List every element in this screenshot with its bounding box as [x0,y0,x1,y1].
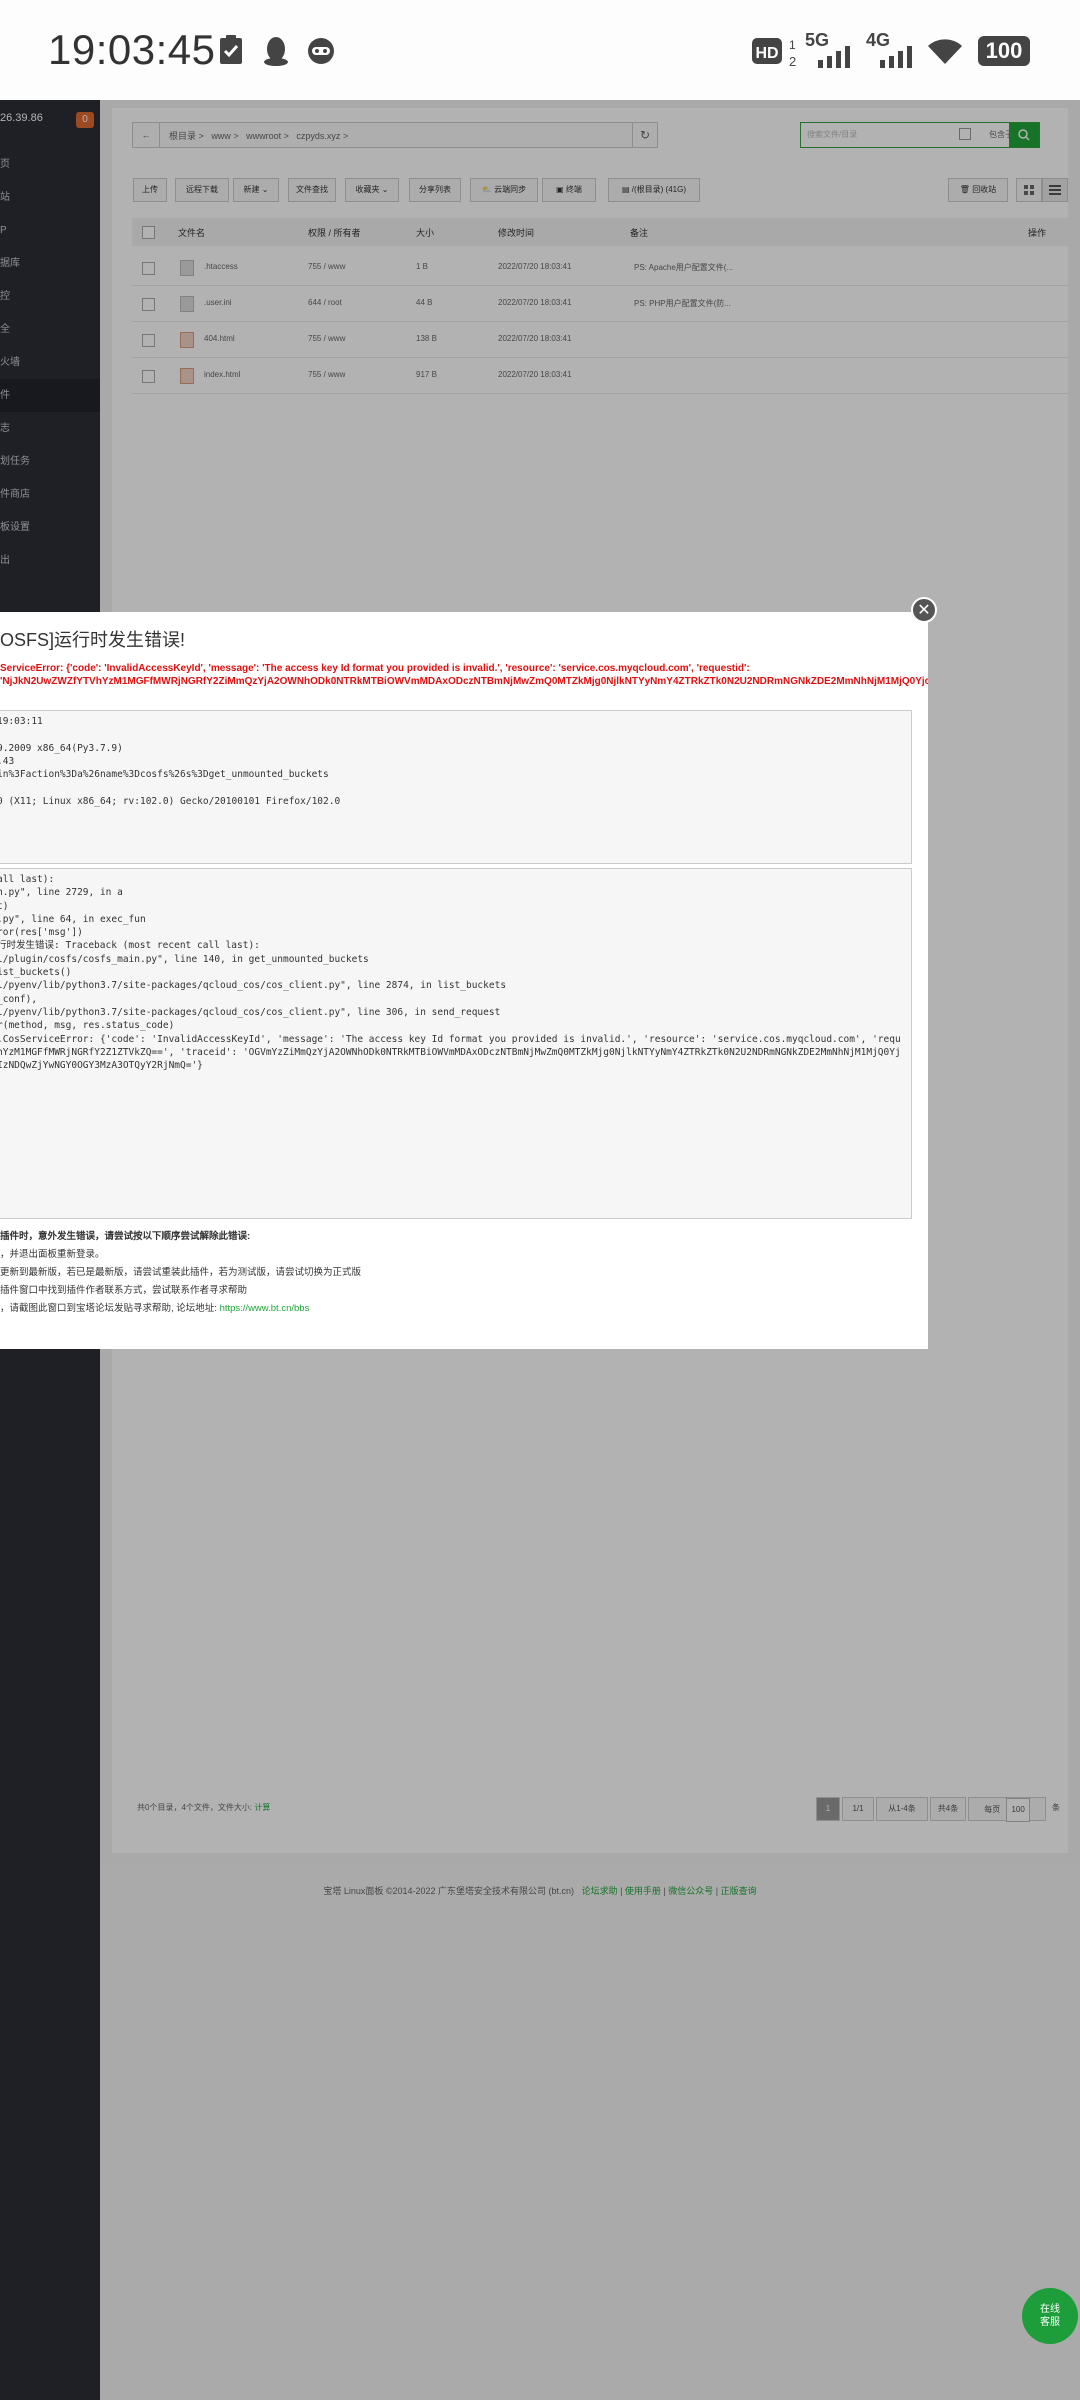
help-item: ，请截图此窗口到宝塔论坛发贴寻求帮助, 论坛地址: [0,1303,217,1314]
qq-penguin-icon [264,37,288,66]
trace-line: ror(res['msg']) [0,927,83,939]
help-item: 插件窗口中找到插件作者联系方式，尝试联系作者寻求帮助 [0,1285,248,1296]
trace-line: _conf), [0,993,38,1005]
trace-line: IzNDQwZjYwNGY0OGY3MzA3OTQyY2RjNmQ='} [0,1060,203,1072]
error-text: ServiceError: {'code': 'InvalidAccessKey… [0,663,928,687]
close-icon: ✕ [917,602,931,619]
env-line: in%3Faction%3Da%26name%3Dcosfs%26s%3Dget… [0,769,329,781]
hd-icon: HD 2 1 [752,38,796,68]
trace-line: l/pyenv/lib/python3.7/site-packages/qclo… [0,1006,501,1018]
env-line: 19:03:11 [0,716,43,727]
trace-line: hYzM1MGFfMWRjNGRfY2Z1ZTVkZQ==', 'traceid… [0,1046,901,1058]
service-label: 在线 客服 [1040,2304,1060,2328]
trace-line: t) [0,900,9,912]
svg-text:2: 2 [789,54,796,68]
trace-line: .py", line 64, in exec_fun [0,913,146,925]
signal-icon [818,46,850,68]
trace-line: l/plugin/cosfs/cosfs_main.py", line 140,… [0,953,369,965]
status-time: 19:03:45 [48,26,216,73]
error-message: ServiceError: {'code': 'InvalidAccessKey… [0,662,928,688]
battery-level: 100 [985,38,1023,63]
trace-line: r(method, msg, res.status_code) [0,1020,175,1032]
env-line [0,781,911,794]
close-dialog-button[interactable]: ✕ [911,597,937,623]
env-line: .43 [0,755,15,767]
online-service-button[interactable]: 在线 客服 [1022,2288,1078,2344]
trace-line: 行时发生错误: Traceback (most recent call last… [0,940,260,952]
help-item: ，并退出面板重新登录。 [0,1249,105,1260]
trace-line: l/pyenv/lib/python3.7/site-packages/qclo… [0,980,507,992]
env-line: 0 (X11; Linux x86_64; rv:102.0) Gecko/20… [0,795,341,807]
help-item-with-link: ，请截图此窗口到宝塔论坛发贴寻求帮助, 论坛地址: https://www.bt… [0,1300,361,1318]
trace-line: ist_buckets() [0,967,72,979]
env-line: 9.2009 x86_64(Py3.7.9) [0,742,123,754]
help-section: 插件时，意外发生错误，请尝试按以下顺序尝试解除此错误: ，并退出面板重新登录。 … [0,1228,361,1318]
env-info-panel: 19:03:11 9.2009 x86_64(Py3.7.9) .43 in%3… [0,710,912,864]
env-line [0,728,911,741]
status-bar: 19:03:45 HD 2 1 5G 4G 100 [0,0,1080,100]
traceback-panel: all last): n.py", line 2729, in a t) .py… [0,868,912,1219]
trace-line: n.py", line 2729, in a [0,887,123,899]
svg-text:HD: HD [755,45,778,62]
error-dialog: OSFS]运行时发生错误! ServiceError: {'code': 'In… [0,612,928,1349]
dialog-title: OSFS]运行时发生错误! [0,630,186,650]
trace-line: all last): [0,874,55,885]
help-title: 插件时，意外发生错误，请尝试按以下顺序尝试解除此错误: [0,1231,251,1242]
svg-text:1: 1 [789,38,796,52]
signal-icon-2 [880,46,912,68]
battery-indicator: 100 [978,36,1030,66]
app-cat-icon [308,38,334,64]
forum-link[interactable]: https://www.bt.cn/bbs [220,1303,310,1314]
trace-line: .CosServiceError: {'code': 'InvalidAcces… [0,1033,901,1045]
clipboard-check-icon [220,35,242,64]
help-item: 更新到最新版，若已是最新版，请尝试重装此插件，若为测试版，请尝试切换为正式版 [0,1267,362,1278]
wifi-icon [928,39,962,64]
